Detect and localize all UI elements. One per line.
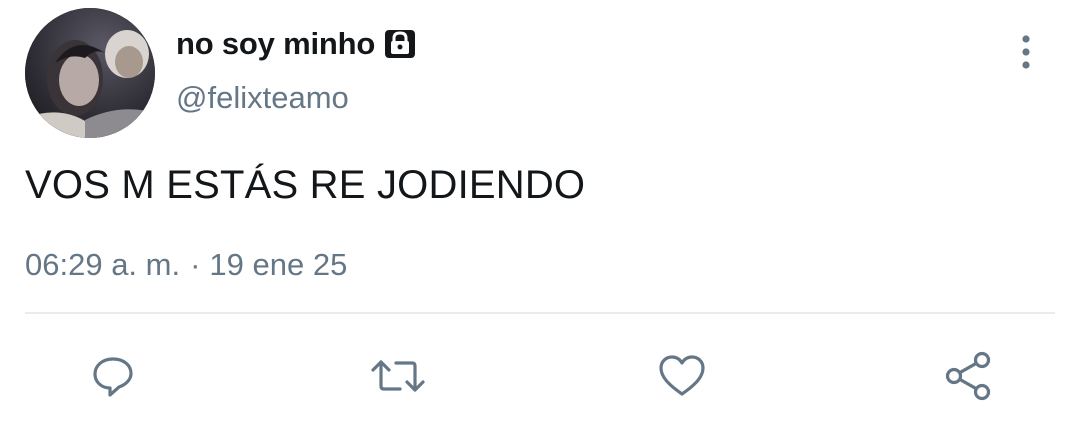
tweet-time: 06:29 a. m. — [25, 247, 181, 282]
like-icon — [657, 352, 707, 400]
retweet-icon — [370, 352, 426, 400]
retweet-button[interactable] — [370, 348, 426, 404]
display-name[interactable]: no soy minho — [176, 26, 375, 62]
user-handle[interactable]: @felixteamo — [176, 80, 349, 116]
name-row: no soy minho — [176, 22, 417, 66]
share-button[interactable] — [940, 348, 996, 404]
reply-icon — [89, 352, 137, 400]
meta-separator: · — [190, 247, 201, 282]
avatar-image — [25, 8, 155, 138]
reply-button[interactable] — [85, 348, 141, 404]
lock-icon — [383, 27, 417, 61]
tweet-metadata: 06:29 a. m. · 19 ene 25 — [25, 247, 347, 283]
share-icon — [942, 350, 994, 402]
divider — [25, 312, 1055, 314]
like-button[interactable] — [654, 348, 710, 404]
tweet-text: VOS M ESTÁS RE JODIENDO — [25, 163, 586, 207]
more-vertical-icon[interactable] — [1006, 28, 1046, 76]
tweet-detail: no soy minho @felixteamo VOS M ESTÁS RE … — [0, 0, 1080, 431]
tweet-date: 19 ene 25 — [209, 247, 348, 282]
avatar[interactable] — [25, 8, 155, 138]
